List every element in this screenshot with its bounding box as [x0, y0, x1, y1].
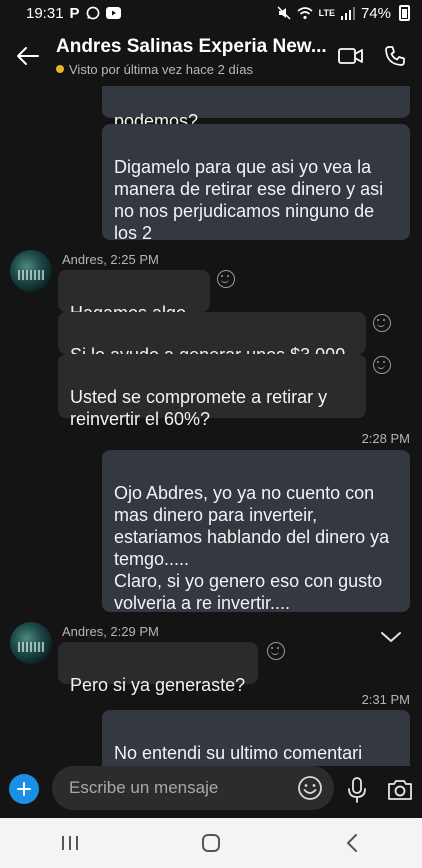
camera-icon[interactable]: [386, 776, 414, 804]
message-bubble-incoming[interactable]: Pero si ya generaste?: [58, 642, 258, 695]
back-button[interactable]: [0, 28, 56, 84]
status-right: LTE 74%: [277, 5, 410, 22]
p-icon: P: [69, 4, 80, 22]
contact-name: Andres Salinas Experia New...: [56, 35, 327, 57]
audio-call-button[interactable]: [380, 41, 410, 71]
video-camera-icon: [338, 48, 363, 64]
status-time: 19:31: [26, 4, 64, 22]
message-bubble-outgoing[interactable]: Digamelo para que asi yo vea la manera d…: [102, 124, 410, 243]
home-icon: [201, 834, 220, 852]
microphone-icon[interactable]: [344, 776, 370, 804]
sender-meta: Andres, 2:25 PM: [62, 252, 159, 267]
message-list[interactable]: podemos? Digamelo para que asi yo vea la…: [0, 86, 422, 766]
presence-status: Visto por última vez hace 2 días: [56, 62, 336, 77]
system-nav-bar: [0, 818, 422, 868]
message-text: No entendi su ultimo comentari Si logro …: [114, 743, 363, 766]
react-smiley-icon[interactable]: [217, 270, 235, 288]
status-left: 19:31 P: [26, 5, 121, 22]
battery-icon: [399, 5, 410, 21]
message-input[interactable]: Escribe un mensaje: [52, 766, 334, 810]
avatar[interactable]: [10, 622, 52, 664]
react-smiley-icon[interactable]: [373, 314, 391, 332]
home-button[interactable]: [191, 823, 231, 863]
composer-bar: Escribe un mensaje: [0, 766, 422, 816]
add-attachment-button[interactable]: [9, 774, 39, 804]
message-text: Pero si ya generaste?: [70, 675, 246, 695]
phone-icon: [385, 46, 405, 66]
mute-icon: [277, 6, 291, 20]
back-chevron-icon: [346, 834, 357, 852]
avatar[interactable]: [10, 250, 52, 292]
battery-percent: 74%: [360, 4, 391, 22]
react-smiley-icon[interactable]: [373, 356, 391, 374]
system-back-button[interactable]: [332, 823, 372, 863]
message-bubble-incoming[interactable]: Usted se compromete a retirar y reinvert…: [58, 354, 366, 429]
presence-text: Visto por última vez hace 2 días: [69, 61, 254, 77]
video-call-button[interactable]: [336, 41, 366, 71]
youtube-icon: [105, 7, 121, 19]
contact-info[interactable]: Andres Salinas Experia New... Visto por …: [56, 36, 336, 77]
recent-apps-icon: [62, 836, 79, 850]
signal-icon: [340, 6, 355, 20]
react-smiley-icon[interactable]: [267, 642, 285, 660]
plus-icon: [17, 782, 31, 796]
recent-apps-button[interactable]: [50, 823, 90, 863]
away-status-dot: [56, 65, 64, 73]
whatsapp-icon: [86, 6, 99, 20]
sender-meta: Andres, 2:29 PM: [62, 624, 159, 639]
message-timestamp: 2:31 PM: [361, 692, 410, 707]
status-bar: 19:31 P LTE 74%: [0, 0, 422, 26]
message-text: Ojo Abdres, yo ya no cuento con mas dine…: [114, 483, 390, 613]
message-bubble-outgoing[interactable]: Ojo Abdres, yo ya no cuento con mas dine…: [102, 450, 410, 613]
wifi-icon: [297, 6, 313, 19]
message-bubble-outgoing[interactable]: No entendi su ultimo comentari Si logro …: [102, 710, 410, 766]
message-bubble-incoming[interactable]: Hagamos algo: [58, 270, 210, 323]
message-text: Digamelo para que asi yo vea la manera d…: [114, 157, 384, 243]
scroll-to-bottom-button[interactable]: [374, 622, 408, 652]
message-bubble-outgoing[interactable]: podemos?: [102, 86, 410, 131]
back-arrow-icon: [17, 47, 39, 65]
chat-header: Andres Salinas Experia New... Visto por …: [0, 26, 422, 86]
message-timestamp: 2:28 PM: [361, 431, 410, 446]
chevron-down-icon: [381, 632, 401, 642]
network-type: LTE: [318, 8, 335, 18]
message-text: Usted se compromete a retirar y reinvert…: [70, 387, 328, 429]
message-input-placeholder: Escribe un mensaje: [69, 778, 219, 797]
header-actions: [336, 41, 422, 71]
message-bubble-incoming[interactable]: Si lo ayudo a generar unos $3,000: [58, 312, 366, 365]
emoji-icon[interactable]: [297, 775, 323, 801]
